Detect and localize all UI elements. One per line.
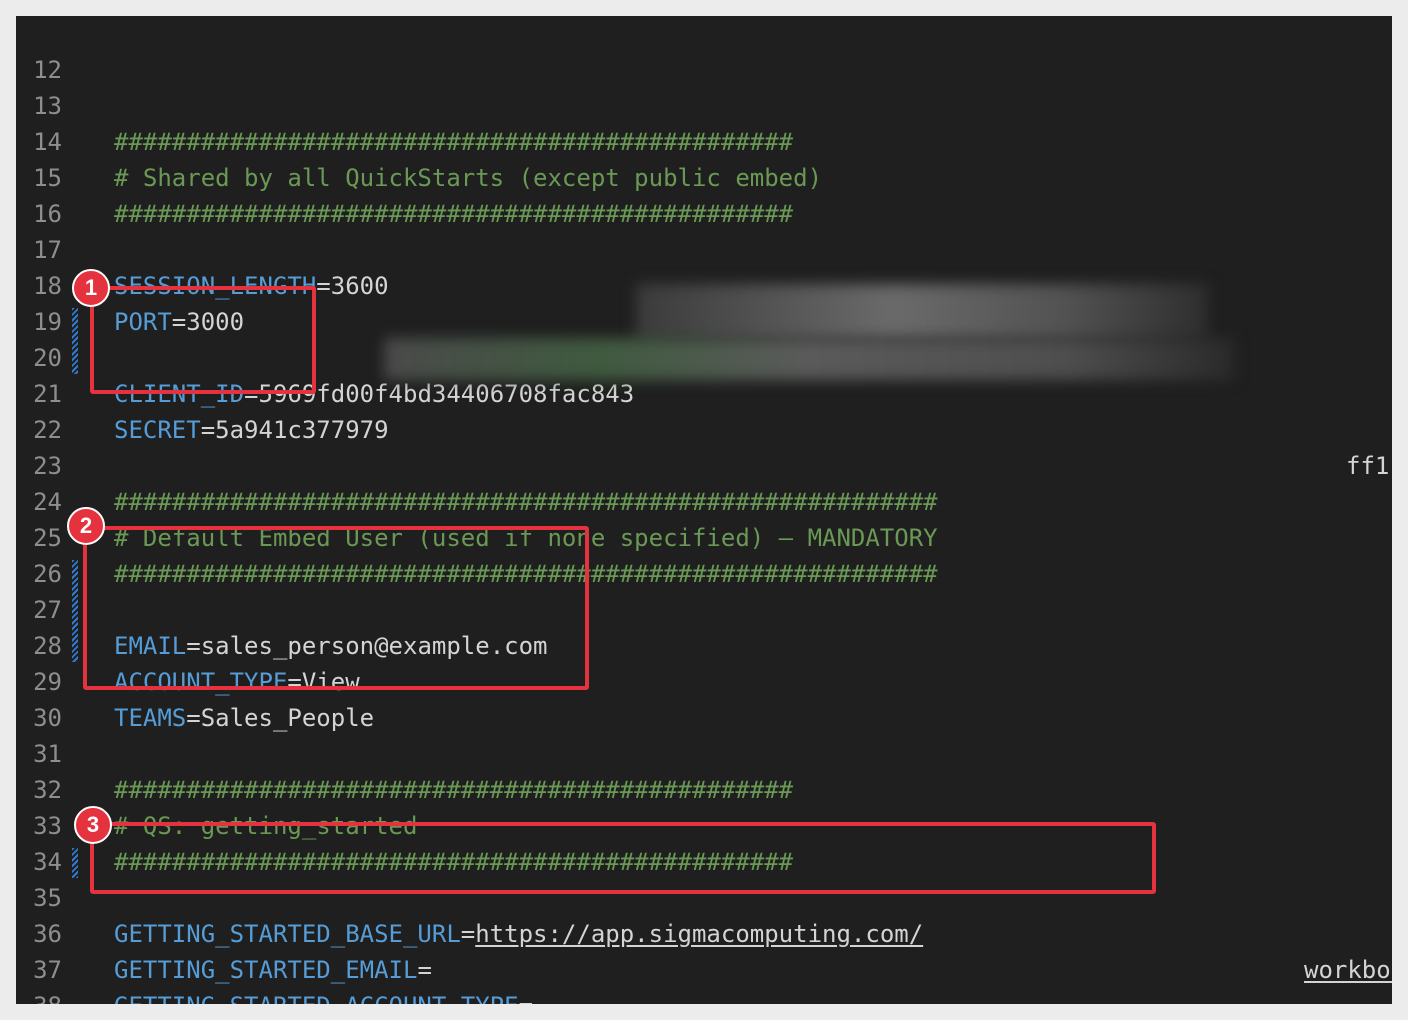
code-line-25[interactable]: 25 #####################################… xyxy=(16,484,1392,588)
modified-line-indicator xyxy=(72,560,78,662)
callout-badge-3: 3 xyxy=(74,806,112,844)
code-line-32[interactable]: 32 # QS: getting_started xyxy=(16,736,1392,840)
callout-badge-2: 2 xyxy=(67,507,105,545)
code-line-33[interactable]: 33 #####################################… xyxy=(16,772,1392,876)
code-line-37[interactable]: 37 GETTING_STARTED_ACCOUNT_TYPE= xyxy=(16,916,1392,1004)
highlight-box-base-url xyxy=(90,822,1156,894)
callout-badge-1: 1 xyxy=(72,269,110,307)
highlight-box-credentials xyxy=(90,286,316,394)
code-line-23[interactable]: 23 #####################################… xyxy=(16,412,1392,516)
code-line-14[interactable]: 14 # Shared by all QuickStarts (except p… xyxy=(16,88,1392,192)
code-line-24[interactable]: 24 # Default Embed User (used if none sp… xyxy=(16,448,1392,552)
code-line-13[interactable]: 13 #####################################… xyxy=(16,52,1392,156)
code-line-39[interactable]: 39 xyxy=(16,988,1392,1004)
modified-line-indicator xyxy=(72,308,78,374)
highlight-box-embed-user xyxy=(83,526,589,690)
redaction-blur xyxy=(384,338,1234,380)
code-line-18[interactable]: 18 PORT=3000 xyxy=(16,232,1392,336)
code-line-17[interactable]: 17 SESSION_LENGTH=3600 xyxy=(16,196,1392,300)
code-line-16[interactable]: 16 xyxy=(16,160,1392,228)
code-line-15[interactable]: 15 #####################################… xyxy=(16,124,1392,228)
redaction-blur xyxy=(636,284,1208,340)
code-editor[interactable]: 12 13 ##################################… xyxy=(16,16,1392,1004)
code-line-31[interactable]: 31 #####################################… xyxy=(16,700,1392,804)
modified-line-indicator xyxy=(72,848,78,878)
code-line-12[interactable]: 12 xyxy=(16,16,1392,84)
code-line-38[interactable]: 38 GETTING_STARTED_TEAMS= xyxy=(16,952,1392,1004)
